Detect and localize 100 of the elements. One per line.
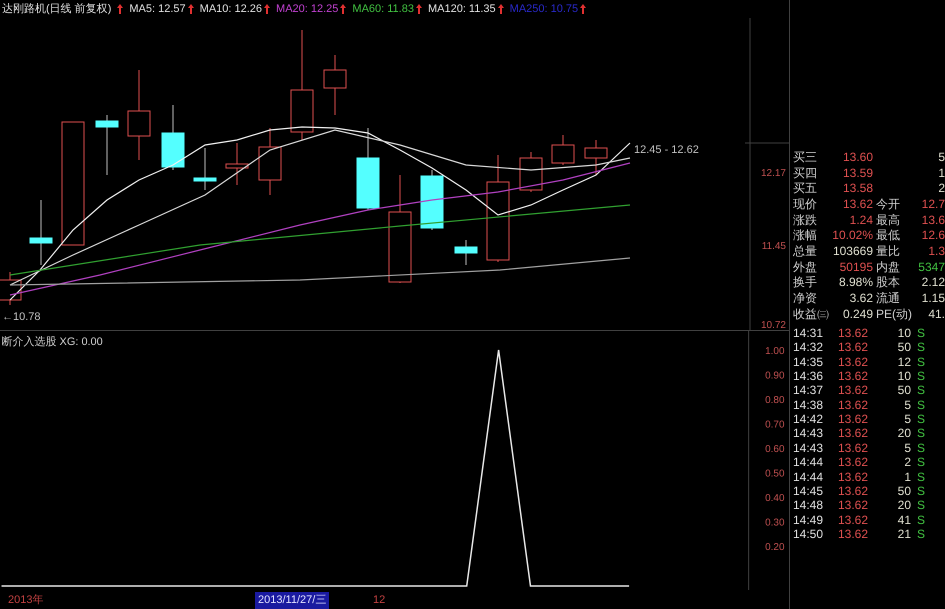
trade-time: 14:48 xyxy=(793,499,824,512)
trade-side: S xyxy=(916,326,926,339)
stat-label: 收益㈢ xyxy=(793,308,829,320)
bid-label: 买五 xyxy=(793,182,818,194)
trade-side: S xyxy=(916,499,926,512)
indicator-value: MA60: 11.83 xyxy=(352,2,414,17)
stat-value: 5347 xyxy=(917,260,945,273)
indicator-axis-label: 0.90 xyxy=(765,370,784,382)
stat-value: 12.6 xyxy=(920,229,945,242)
trade-volume: 50 xyxy=(896,341,911,354)
bid-volume: 5 xyxy=(937,150,945,163)
up-arrow-icon xyxy=(340,4,346,14)
indicator-value: MA5: 12.57 xyxy=(129,2,186,17)
indicator-value: MA20: 12.25 xyxy=(276,2,338,17)
trade-time: 14:44 xyxy=(793,470,824,483)
bid-volume: 2 xyxy=(937,182,945,194)
price-axis-label: 11.45 xyxy=(762,241,786,252)
bid-price: 13.58 xyxy=(842,182,873,194)
indicator-title: 断介入选股 XG: 0.00 xyxy=(2,336,103,348)
trade-volume: 5 xyxy=(903,442,911,454)
trade-time: 14:42 xyxy=(793,413,824,426)
stat-label: 最高 xyxy=(875,214,901,226)
stat-value: 2.12 xyxy=(920,276,945,288)
time-axis-label: 2013/11/27/三 xyxy=(255,592,330,608)
trade-price: 13.62 xyxy=(838,413,870,426)
candlestick xyxy=(520,152,542,192)
trade-price: 13.62 xyxy=(838,370,870,382)
trade-volume: 5 xyxy=(903,413,911,426)
trade-price: 13.62 xyxy=(838,384,870,396)
trade-time: 14:49 xyxy=(793,514,824,526)
trade-price: 13.62 xyxy=(838,356,870,368)
stat-value: 1.3 xyxy=(927,244,945,257)
trade-side: S xyxy=(916,485,926,498)
trade-time: 14:38 xyxy=(793,398,824,411)
time-axis-label: 12 xyxy=(372,593,386,608)
indicator-axis-label: 0.30 xyxy=(765,517,784,528)
trade-volume: 10 xyxy=(896,326,911,339)
candlestick xyxy=(96,114,118,176)
indicator-value: MA120: 11.35 xyxy=(428,2,496,17)
trade-price: 13.62 xyxy=(838,341,870,354)
stat-value: 12.7 xyxy=(920,198,945,210)
candlestick xyxy=(226,142,248,186)
trade-time: 14:31 xyxy=(793,326,824,339)
trade-side: S xyxy=(916,413,926,426)
bid-label: 买三 xyxy=(793,150,818,163)
stat-value: 103669 xyxy=(832,244,873,257)
indicator-axis-label: 0.40 xyxy=(765,492,784,504)
stat-value: 3.62 xyxy=(848,292,873,304)
indicator-axis-label: 0.80 xyxy=(765,394,784,406)
stat-value: 13.62 xyxy=(842,198,873,210)
stat-value: 41. xyxy=(927,308,945,320)
up-arrow-icon xyxy=(580,4,586,14)
chart-title: 达刚路机(日线 前复权) xyxy=(2,2,112,17)
trade-volume: 5 xyxy=(903,398,911,411)
candlestick xyxy=(454,240,478,266)
stat-label: 外盘 xyxy=(793,260,818,273)
price-axis-label: 12.17 xyxy=(760,168,786,179)
trade-time: 14:43 xyxy=(793,442,824,454)
stat-value: 10.02% xyxy=(831,229,873,242)
stat-label: 今开 xyxy=(875,198,901,210)
trade-side: S xyxy=(916,341,926,354)
stat-value: 50195 xyxy=(838,260,873,273)
trade-volume: 50 xyxy=(896,384,911,396)
stat-label: 现价 xyxy=(793,198,818,210)
trade-price: 13.62 xyxy=(838,528,870,540)
indicator-axis-label: 0.20 xyxy=(765,542,784,553)
up-arrow-icon xyxy=(117,4,124,14)
trade-price: 13.62 xyxy=(838,499,870,512)
trade-volume: 1 xyxy=(903,470,911,483)
stat-label: PE(动) xyxy=(875,308,913,320)
up-arrow-icon xyxy=(498,4,504,14)
stat-label: 内盘 xyxy=(875,260,901,273)
trade-side: S xyxy=(916,370,926,382)
indicator-axis-label: 1.00 xyxy=(765,346,784,357)
stat-value: 8.98% xyxy=(838,276,873,288)
stat-label: 换手 xyxy=(793,276,818,288)
trade-time: 14:36 xyxy=(793,370,824,382)
trade-price: 13.62 xyxy=(838,326,870,339)
trade-price: 13.62 xyxy=(838,398,870,411)
bid-price: 13.59 xyxy=(842,166,873,179)
stat-label: 量比 xyxy=(875,244,901,257)
candlestick xyxy=(584,140,608,176)
candlestick xyxy=(30,200,52,266)
up-arrow-icon xyxy=(264,4,270,14)
candlestick xyxy=(420,170,444,230)
trade-time: 14:35 xyxy=(793,356,824,368)
trade-time: 14:43 xyxy=(793,427,824,440)
trade-volume: 41 xyxy=(896,514,911,526)
indicator-axis-label: 0.70 xyxy=(765,419,784,430)
trade-price: 13.62 xyxy=(838,456,870,468)
trade-price: 13.62 xyxy=(838,470,870,483)
trade-price: 13.62 xyxy=(838,485,870,498)
trade-volume: 20 xyxy=(896,499,911,512)
candlestick xyxy=(552,134,574,166)
trade-side: S xyxy=(916,384,926,396)
stat-label: 最低 xyxy=(875,229,901,242)
stat-label: 净资 xyxy=(793,292,818,304)
indicator-value: MA250: 10.75 xyxy=(510,2,578,17)
stat-value: 1.15 xyxy=(920,292,945,304)
stat-label: 流通 xyxy=(875,292,901,304)
